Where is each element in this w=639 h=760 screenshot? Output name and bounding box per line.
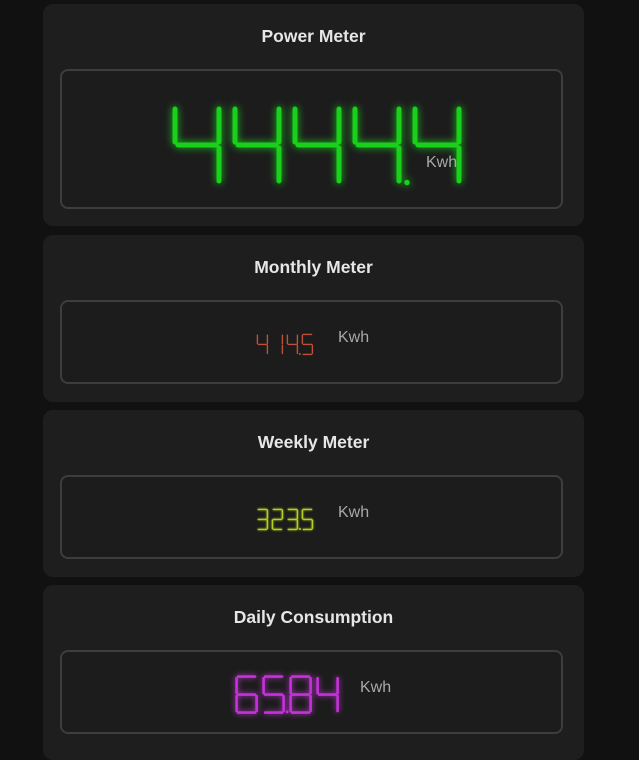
weekly-meter-value: [257, 508, 314, 531]
monthly-meter-value: [256, 333, 314, 356]
monthly-meter-title: Monthly Meter: [254, 257, 373, 277]
daily-consumption-display: Kwh: [60, 650, 563, 734]
digit: [256, 334, 269, 355]
power-meter-unit: Kwh: [426, 154, 458, 171]
weekly-meter-card: Weekly Meter Kwh: [43, 410, 584, 577]
digit: [287, 508, 301, 531]
power-meter-display: Kwh: [60, 69, 563, 209]
digit: [172, 106, 222, 184]
digit: [301, 333, 314, 356]
monthly-meter-display: Kwh: [60, 300, 563, 384]
digit: [257, 508, 269, 531]
digit: [316, 676, 339, 713]
digit: [262, 675, 289, 714]
daily-consumption-title: Daily Consumption: [233, 607, 394, 627]
monthly-meter-card: Monthly Meter Kwh: [43, 235, 584, 402]
digit: [232, 106, 282, 184]
power-meter-card: Power Meter Kwh: [43, 4, 584, 226]
digit: [292, 106, 342, 184]
digit: [286, 334, 301, 355]
digit: [235, 675, 258, 714]
daily-consumption-card: Daily Consumption Kwh: [43, 585, 584, 760]
digit: [352, 106, 410, 186]
digit: [271, 508, 284, 531]
weekly-meter-display: Kwh: [60, 475, 563, 559]
weekly-meter-unit: Kwh: [338, 504, 370, 521]
digit: [289, 675, 312, 714]
weekly-meter-title: Weekly Meter: [257, 432, 370, 452]
power-meter-value: [172, 106, 462, 186]
daily-consumption-unit: Kwh: [360, 679, 392, 696]
monthly-meter-unit: Kwh: [338, 329, 370, 346]
power-meter-title: Power Meter: [261, 26, 366, 46]
daily-consumption-value: [235, 675, 339, 714]
digit: [301, 508, 314, 531]
